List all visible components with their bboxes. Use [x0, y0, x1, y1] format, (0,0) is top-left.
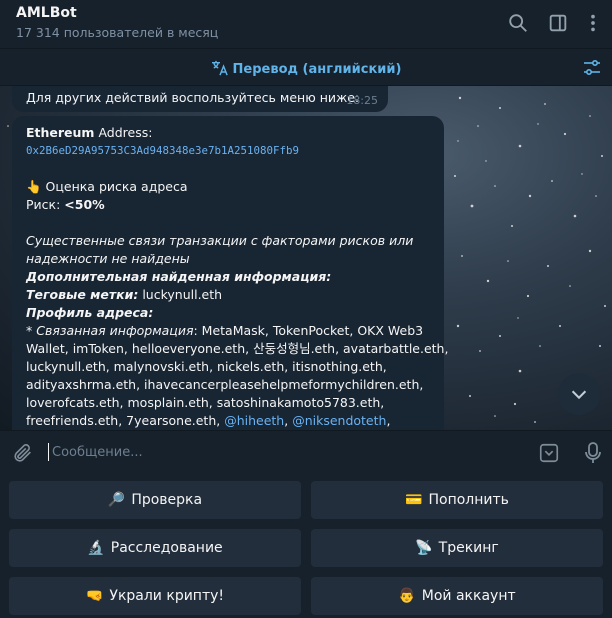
- wallet-address[interactable]: 0x2B6eD29A95753C3Ad948348e3e7b1A251080Ff…: [26, 142, 430, 160]
- paperclip-icon[interactable]: [12, 442, 34, 464]
- related-line-4: adityaxshrma.eth, ihavecancerpleasehelpm…: [26, 377, 424, 392]
- sidebar-icon[interactable]: [547, 12, 569, 34]
- risk-label: Риск:: [26, 197, 65, 212]
- risk-value: <50%: [64, 197, 105, 212]
- man-emoji-icon: 👨: [398, 588, 416, 604]
- translate-icon: [211, 60, 229, 76]
- mention-link[interactable]: @hiheeth: [224, 413, 284, 428]
- risk-heading: 👆 Оценка риска адреса: [26, 179, 188, 194]
- translate-button[interactable]: Перевод (английский): [0, 60, 612, 77]
- related-line-2: Wallet, imToken, helloeveryone.eth, 산둥성형…: [26, 341, 449, 356]
- text-cursor: [48, 443, 49, 461]
- no-links-line-2: надежности не найдены: [26, 251, 190, 266]
- network-name: Ethereum: [26, 125, 95, 140]
- previous-message-text: Для других действий воспользуйтесь меню …: [26, 90, 360, 105]
- more-icon[interactable]: [582, 12, 604, 34]
- bot-message-bubble[interactable]: Ethereum Address: 0x2B6eD29A95753C3Ad948…: [12, 116, 449, 430]
- tags-label: Теговые метки:: [26, 287, 139, 302]
- profile-heading: Профиль адреса:: [26, 305, 154, 320]
- related-line-5: loverofcats.eth, mosplain.eth, satoshina…: [26, 395, 385, 410]
- satellite-emoji-icon: 📡: [415, 540, 433, 556]
- message-composer: [0, 430, 612, 474]
- previous-message-bubble[interactable]: Для других действий воспользуйтесь меню …: [12, 86, 388, 112]
- address-label: Address:: [94, 125, 153, 140]
- keyboard-icon[interactable]: [538, 442, 560, 464]
- chat-title[interactable]: AMLBot: [16, 5, 77, 21]
- mention-link[interactable]: @niksendoteth: [292, 413, 386, 428]
- related-line-6: freefriends.eth, 7yearsone.eth, @hiheeth…: [26, 413, 391, 428]
- chat-subtitle: 17 314 пользователей в месяц: [16, 25, 219, 40]
- related-line-1: * Связанная информация: MetaMask, TokenP…: [26, 323, 424, 338]
- address-line: Ethereum Address:: [26, 124, 430, 142]
- extra-info-heading: Дополнительная найденная информация:: [26, 269, 332, 284]
- investigation-button[interactable]: 🔬 Расследование: [9, 529, 301, 567]
- translation-bar: Перевод (английский): [0, 48, 612, 86]
- search-icon[interactable]: [507, 12, 529, 34]
- top-up-button[interactable]: 💳 Пополнить: [311, 481, 603, 519]
- tracking-button[interactable]: 📡 Трекинг: [311, 529, 603, 567]
- microphone-icon[interactable]: [582, 441, 604, 465]
- tags-value: luckynull.eth: [138, 287, 223, 302]
- magnifier-emoji-icon: 🔎: [107, 492, 126, 508]
- check-button[interactable]: 🔎 Проверка: [9, 481, 301, 519]
- related-line-3: luckynull.eth, malynovski.eth, nickels.e…: [26, 359, 387, 374]
- chat-header[interactable]: AMLBot 17 314 пользователей в месяц: [0, 0, 612, 48]
- microscope-emoji-icon: 🔬: [87, 540, 105, 556]
- stolen-crypto-button[interactable]: 🤜 Украли крипту!: [9, 577, 301, 615]
- related-label: Связанная информация: [36, 323, 194, 338]
- my-account-button[interactable]: 👨 Мой аккаунт: [311, 577, 603, 615]
- card-emoji-icon: 💳: [405, 492, 423, 508]
- translate-label: Перевод (английский): [232, 62, 402, 77]
- tags-line: Теговые метки: luckynull.eth: [26, 286, 430, 304]
- risk-line: Риск: <50%: [26, 196, 430, 214]
- chat-area[interactable]: Для других действий воспользуйтесь меню …: [0, 86, 612, 430]
- bot-keyboard: 🔎 Проверка 💳 Пополнить 🔬 Расследование 📡 Тре…: [0, 474, 612, 618]
- message-input[interactable]: [52, 441, 512, 463]
- fist-emoji-icon: 🤜: [85, 588, 104, 604]
- message-time: 18:25: [346, 94, 378, 107]
- pointing-hand-emoji-icon: 👆: [26, 179, 42, 194]
- scroll-down-button[interactable]: [558, 373, 600, 415]
- chevron-down-icon: [571, 390, 587, 400]
- no-links-line-1: Существенные связи транзакции с факторам…: [26, 233, 414, 248]
- filter-icon[interactable]: [582, 58, 602, 78]
